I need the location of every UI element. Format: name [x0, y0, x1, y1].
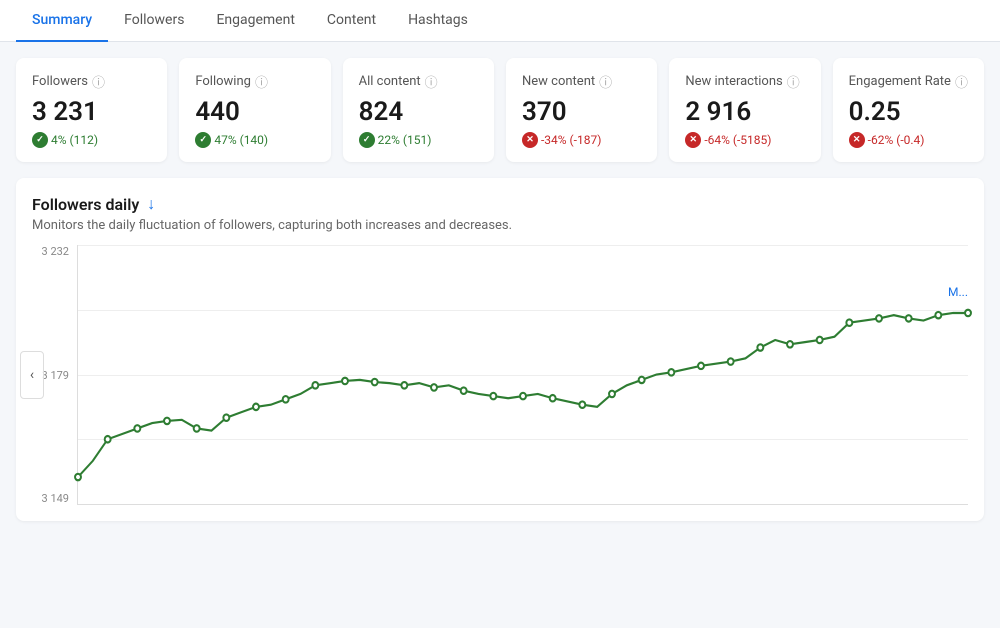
change-indicator-engagement-rate: ✕	[849, 132, 865, 148]
metric-label-new-interactions: New interactions ⓘ	[685, 72, 804, 91]
chart-inner: 3 232 3 179 3 149	[32, 245, 968, 505]
tab-followers[interactable]: Followers	[108, 0, 200, 42]
info-icon-new-interactions[interactable]: ⓘ	[787, 72, 800, 91]
change-indicator-all-content: ✓	[359, 132, 375, 148]
chart-section: Followers daily ↓ Monitors the daily flu…	[16, 178, 984, 521]
metric-change-followers: ✓ 4% (112)	[32, 132, 151, 148]
metrics-row: Followers ⓘ 3 231 ✓ 4% (112) Following ⓘ…	[0, 42, 1000, 170]
metric-label-new-content: New content ⓘ	[522, 72, 641, 91]
tab-hashtags[interactable]: Hashtags	[392, 0, 484, 42]
metric-card-following: Following ⓘ 440 ✓ 47% (140)	[179, 58, 330, 162]
metric-label-following: Following ⓘ	[195, 72, 314, 91]
metric-label-all-content: All content ⓘ	[359, 72, 478, 91]
metric-label-followers: Followers ⓘ	[32, 72, 151, 91]
metric-change-new-content: ✕ -34% (-187)	[522, 132, 641, 148]
y-label-top: 3 232	[42, 245, 69, 258]
line-chart-svg	[78, 245, 968, 504]
metric-value-engagement-rate: 0.25	[849, 97, 968, 128]
metric-card-engagement-rate: Engagement Rate ⓘ 0.25 ✕ -62% (-0.4)	[833, 58, 984, 162]
chart-description: Monitors the daily fluctuation of follow…	[32, 218, 968, 233]
chart-container: ‹ M... 3 232 3 179 3 149	[32, 245, 968, 505]
y-label-bottom: 3 149	[42, 492, 69, 505]
metric-value-all-content: 824	[359, 97, 478, 128]
info-icon-following[interactable]: ⓘ	[255, 72, 268, 91]
download-icon[interactable]: ↓	[147, 194, 155, 214]
chart-title: Followers daily	[32, 195, 139, 214]
metric-change-all-content: ✓ 22% (151)	[359, 132, 478, 148]
metric-card-new-content: New content ⓘ 370 ✕ -34% (-187)	[506, 58, 657, 162]
change-indicator-new-interactions: ✕	[685, 132, 701, 148]
info-icon-engagement-rate[interactable]: ⓘ	[955, 72, 968, 91]
metric-card-followers: Followers ⓘ 3 231 ✓ 4% (112)	[16, 58, 167, 162]
metric-value-following: 440	[195, 97, 314, 128]
tab-engagement[interactable]: Engagement	[200, 0, 310, 42]
metric-value-new-interactions: 2 916	[685, 97, 804, 128]
tab-summary[interactable]: Summary	[16, 0, 108, 42]
y-label-mid: 3 179	[42, 369, 69, 382]
chart-nav-prev[interactable]: ‹	[20, 351, 44, 399]
info-icon-all-content[interactable]: ⓘ	[425, 72, 438, 91]
metric-change-following: ✓ 47% (140)	[195, 132, 314, 148]
metric-change-new-interactions: ✕ -64% (-5185)	[685, 132, 804, 148]
metric-change-engagement-rate: ✕ -62% (-0.4)	[849, 132, 968, 148]
tab-content[interactable]: Content	[311, 0, 392, 42]
change-indicator-followers: ✓	[32, 132, 48, 148]
metric-card-new-interactions: New interactions ⓘ 2 916 ✕ -64% (-5185)	[669, 58, 820, 162]
chart-title-row: Followers daily ↓	[32, 194, 968, 214]
chart-plot	[77, 245, 968, 505]
metric-label-engagement-rate: Engagement Rate ⓘ	[849, 72, 968, 91]
change-indicator-new-content: ✕	[522, 132, 538, 148]
metric-card-all-content: All content ⓘ 824 ✓ 22% (151)	[343, 58, 494, 162]
metric-value-followers: 3 231	[32, 97, 151, 128]
info-icon-followers[interactable]: ⓘ	[92, 72, 105, 91]
change-indicator-following: ✓	[195, 132, 211, 148]
metric-value-new-content: 370	[522, 97, 641, 128]
tabs-nav: Summary Followers Engagement Content Has…	[0, 0, 1000, 42]
page-wrapper: Summary Followers Engagement Content Has…	[0, 0, 1000, 628]
info-icon-new-content[interactable]: ⓘ	[599, 72, 612, 91]
